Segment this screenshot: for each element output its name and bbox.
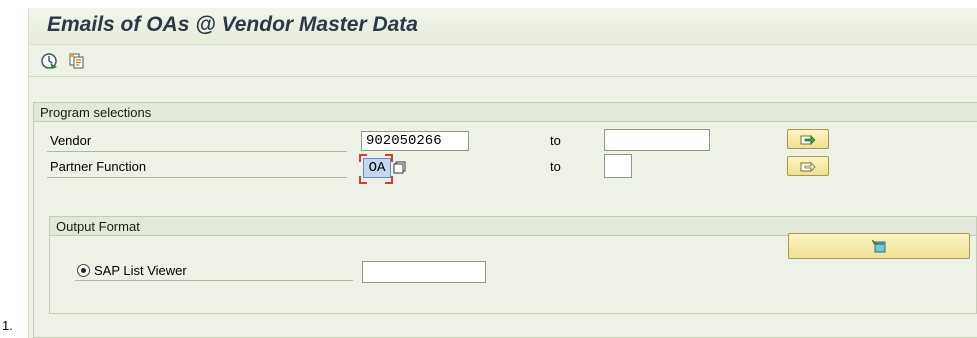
vendor-from-input[interactable]: 902050266 xyxy=(361,131,469,151)
group-title: Output Format xyxy=(56,219,140,234)
vendor-label-text: Vendor xyxy=(50,133,92,148)
focus-corner-bl xyxy=(359,176,367,184)
partner-function-to-label: to xyxy=(550,159,561,174)
layout-selection-button[interactable] xyxy=(788,233,970,259)
layout-selection-icon xyxy=(871,239,886,253)
vendor-to-input[interactable] xyxy=(604,129,710,151)
focus-corner-br xyxy=(385,176,393,184)
sap-window: Emails of OAs @ Vendor Master Data Progr… xyxy=(28,8,977,338)
group-header: Program selections xyxy=(34,103,977,122)
application-toolbar xyxy=(39,50,87,72)
list-marker: 1. xyxy=(2,318,13,333)
multiple-selection-arrow-icon xyxy=(800,135,816,145)
partner-function-label-text: Partner Function xyxy=(50,159,147,174)
page-title: Emails of OAs @ Vendor Master Data xyxy=(47,13,418,36)
partner-function-multiple-selection-button[interactable] xyxy=(787,156,829,176)
focus-corner-tr xyxy=(385,154,393,162)
partner-function-to-input[interactable] xyxy=(604,154,632,178)
layout-input[interactable] xyxy=(362,261,486,283)
vendor-multiple-selection-button[interactable] xyxy=(787,129,829,149)
focus-corner-tl xyxy=(359,154,367,162)
group-title: Program selections xyxy=(40,105,152,120)
radio-button-selected[interactable] xyxy=(77,263,90,277)
get-variant-icon[interactable] xyxy=(67,51,87,71)
toolbar-separator xyxy=(29,76,977,77)
sap-list-viewer-label: SAP List Viewer xyxy=(94,262,187,278)
execute-clock-icon[interactable] xyxy=(39,51,59,71)
multiple-selection-arrow-icon xyxy=(800,162,816,172)
vendor-label: Vendor xyxy=(47,131,347,152)
title-bar: Emails of OAs @ Vendor Master Data xyxy=(29,8,977,45)
vendor-to-label: to xyxy=(550,133,561,148)
partner-function-label: Partner Function xyxy=(47,157,347,178)
value-help-icon[interactable] xyxy=(393,161,406,174)
sap-list-viewer-option[interactable]: SAP List Viewer xyxy=(75,260,353,281)
